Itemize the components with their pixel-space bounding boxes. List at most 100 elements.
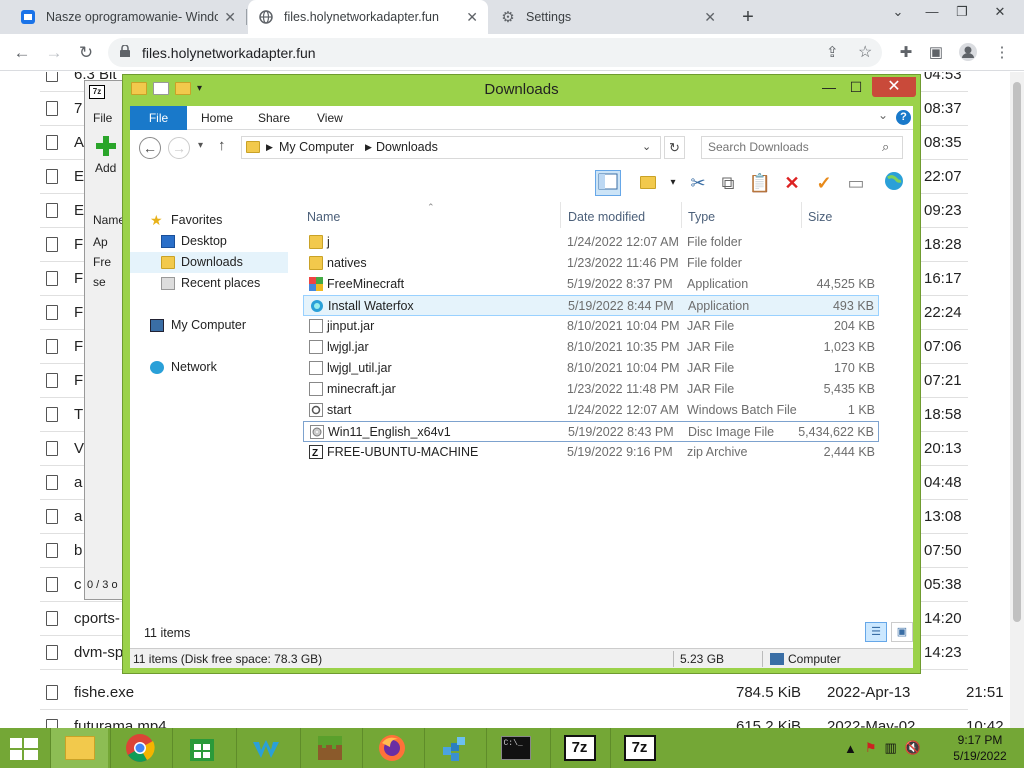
- tab-settings[interactable]: ⚙ Settings ✕: [490, 0, 726, 34]
- up-arrow-icon[interactable]: ↑: [218, 137, 226, 154]
- column-divider[interactable]: [801, 202, 802, 228]
- tab-search-chevron-icon[interactable]: ⌄: [888, 2, 908, 22]
- taskbar-command-prompt[interactable]: C:\_: [486, 728, 544, 768]
- nav-recent-places[interactable]: Recent places: [130, 273, 288, 294]
- sevenzip-menu-file[interactable]: File: [93, 111, 112, 125]
- forward-button[interactable]: →: [168, 137, 190, 159]
- side-panel-icon[interactable]: ▣: [926, 43, 946, 63]
- nav-network[interactable]: Network: [130, 357, 288, 378]
- extensions-icon[interactable]: ✚: [896, 43, 916, 63]
- paste-icon[interactable]: 📋: [747, 170, 773, 196]
- explorer-titlebar[interactable]: ▾ Downloads — ☐ ✕: [123, 75, 920, 105]
- preview-pane-icon[interactable]: [595, 170, 621, 196]
- address-dropdown-icon[interactable]: ⌄: [642, 140, 651, 153]
- refresh-button[interactable]: ↻: [664, 136, 685, 159]
- flag-icon[interactable]: ⚑: [865, 740, 877, 756]
- window-close-button[interactable]: ✕: [990, 2, 1010, 22]
- close-icon[interactable]: ✕: [466, 9, 478, 26]
- column-header-size[interactable]: Size: [808, 210, 832, 224]
- network-icon[interactable]: ▥: [885, 740, 897, 756]
- scroll-thumb[interactable]: [1013, 82, 1021, 622]
- profile-avatar-icon[interactable]: [958, 43, 978, 63]
- folder-options-icon[interactable]: [635, 170, 661, 196]
- column-header-type[interactable]: Type: [688, 210, 715, 224]
- taskbar-7zip-2[interactable]: 7z: [610, 728, 668, 768]
- cut-icon[interactable]: ✂: [685, 170, 711, 196]
- file-row[interactable]: Install Waterfox 5/19/2022 8:44 PM Appli…: [303, 295, 879, 316]
- page-scrollbar[interactable]: [1010, 72, 1024, 728]
- column-header-name[interactable]: Name: [307, 210, 340, 224]
- sevenzip-row[interactable]: se: [93, 275, 106, 289]
- column-divider[interactable]: [681, 202, 682, 228]
- sevenzip-row[interactable]: Fre: [93, 255, 111, 269]
- list-item[interactable]: fishe.exe 784.5 KiB 2022-Apr-13 21:51: [40, 676, 1004, 710]
- file-row[interactable]: lwjgl.jar 8/10/2021 10:35 PM JAR File 1,…: [303, 337, 879, 358]
- nav-desktop[interactable]: Desktop: [130, 231, 288, 252]
- column-divider[interactable]: [560, 202, 561, 228]
- file-row[interactable]: start 1/24/2022 12:07 AM Windows Batch F…: [303, 400, 879, 421]
- minimize-button[interactable]: —: [922, 2, 942, 22]
- column-header-date[interactable]: Date modified: [568, 210, 645, 224]
- sevenzip-row[interactable]: Ap: [93, 235, 108, 249]
- windows-start-icon[interactable]: [8, 736, 40, 762]
- tab-nasze-oprogramowanie[interactable]: Nasze oprogramowanie- Windo ✕: [10, 0, 246, 34]
- nav-favorites[interactable]: ★ Favorites: [130, 210, 288, 231]
- search-input[interactable]: [708, 140, 878, 154]
- nav-downloads[interactable]: Downloads: [130, 252, 288, 273]
- nav-my-computer[interactable]: My Computer: [130, 315, 288, 336]
- clock[interactable]: 9:17 PM 5/19/2022: [944, 732, 1016, 764]
- file-row[interactable]: Z FREE-UBUNTU-MACHINE 5/19/2022 9:16 PM …: [303, 442, 879, 463]
- reload-button[interactable]: ↻: [74, 41, 98, 65]
- file-row[interactable]: natives 1/23/2022 11:46 PM File folder: [303, 253, 879, 274]
- add-plus-icon[interactable]: [95, 135, 117, 157]
- tab-share[interactable]: Share: [258, 106, 290, 130]
- tab-home[interactable]: Home: [201, 106, 233, 130]
- search-icon[interactable]: ⌕: [882, 139, 889, 155]
- back-button[interactable]: ←: [10, 41, 34, 65]
- close-button[interactable]: ✕: [872, 77, 916, 97]
- new-tab-button[interactable]: +: [738, 6, 758, 28]
- back-button[interactable]: ←: [139, 137, 161, 159]
- taskbar-7zip-1[interactable]: 7z: [550, 728, 608, 768]
- tab-file[interactable]: File: [130, 106, 187, 130]
- minimize-button[interactable]: —: [816, 77, 842, 97]
- share-icon[interactable]: ⇪: [826, 43, 839, 61]
- maximize-button[interactable]: ☐: [843, 77, 869, 97]
- copy-icon[interactable]: ⧉: [715, 170, 741, 196]
- close-icon[interactable]: ✕: [704, 9, 716, 26]
- breadcrumb-my-computer[interactable]: My Computer: [279, 140, 354, 154]
- taskbar-registry-editor[interactable]: [424, 728, 482, 768]
- file-row[interactable]: Win11_English_x64v1 5/19/2022 8:43 PM Di…: [303, 421, 879, 442]
- file-row[interactable]: FreeMinecraft 5/19/2022 8:37 PM Applicat…: [303, 274, 879, 295]
- options-dropdown-icon[interactable]: ▾: [660, 170, 686, 196]
- taskbar-file-explorer[interactable]: [50, 728, 108, 768]
- address-bar[interactable]: files.holynetworkadapter.fun ⇪ ☆: [108, 38, 882, 67]
- close-icon[interactable]: ✕: [224, 9, 236, 26]
- bookmark-star-icon[interactable]: ☆: [858, 42, 872, 62]
- search-box[interactable]: ⌕: [701, 136, 903, 159]
- sevenzip-name-header[interactable]: Name: [93, 213, 125, 227]
- list-item[interactable]: futurama.mp4 615.2 KiB 2022-May-02 10:42: [40, 710, 1004, 728]
- forward-button[interactable]: →: [42, 41, 66, 65]
- tray-expand-icon[interactable]: ▲: [844, 741, 857, 756]
- taskbar-minecraft[interactable]: [300, 728, 358, 768]
- delete-icon[interactable]: ✕: [779, 170, 805, 196]
- tab-files-holynetworkadapter[interactable]: files.holynetworkadapter.fun ✕: [248, 0, 488, 34]
- help-icon[interactable]: ?: [896, 110, 911, 125]
- taskbar-chrome[interactable]: [110, 728, 168, 768]
- file-row[interactable]: j 1/24/2022 12:07 AM File folder: [303, 232, 879, 253]
- taskbar-store[interactable]: [172, 728, 230, 768]
- rename-icon[interactable]: ▭: [843, 170, 869, 196]
- breadcrumb[interactable]: ▶ My Computer ▶ Downloads ⌄: [241, 136, 661, 159]
- file-row[interactable]: jinput.jar 8/10/2021 10:04 PM JAR File 2…: [303, 316, 879, 337]
- volume-muted-icon[interactable]: 🔇: [905, 740, 921, 756]
- file-row[interactable]: minecraft.jar 1/23/2022 11:48 PM JAR Fil…: [303, 379, 879, 400]
- globe-icon[interactable]: [881, 170, 907, 196]
- breadcrumb-downloads[interactable]: Downloads: [376, 140, 438, 154]
- menu-kebab-icon[interactable]: ⋮: [992, 43, 1012, 63]
- recent-locations-icon[interactable]: ▾: [198, 140, 203, 151]
- large-icons-view-icon[interactable]: ▣: [891, 622, 913, 642]
- taskbar-waterfox[interactable]: [236, 728, 294, 768]
- taskbar-firefox[interactable]: [362, 728, 420, 768]
- tab-view[interactable]: View: [317, 106, 343, 130]
